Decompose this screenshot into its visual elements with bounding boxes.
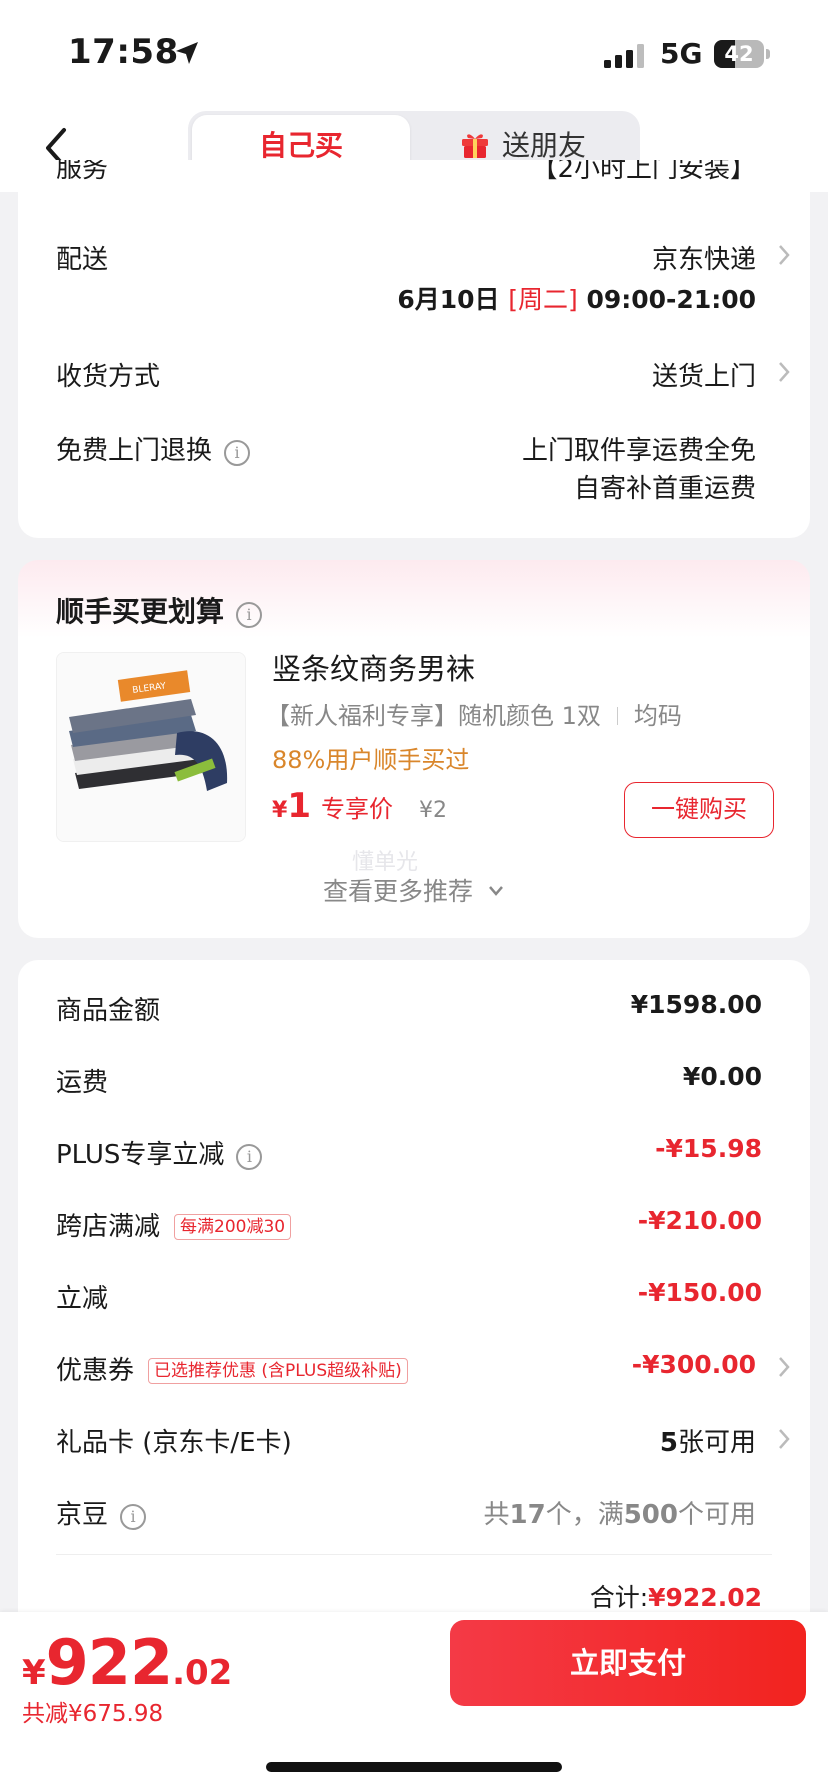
battery-icon: 42: [714, 40, 770, 68]
summary-label-coupon: 优惠券: [56, 1356, 135, 1386]
summary-value-goods: ¥1598.00: [630, 990, 762, 1019]
status-bar: 17:58 5G 42: [0, 0, 828, 108]
socks-image: BLERAY: [57, 653, 245, 841]
gift-card-available[interactable]: 5张可用: [660, 1422, 756, 1459]
product-spec: 【新人福利专享】随机颜色 1双 均码: [266, 696, 682, 731]
recommend-title: 顺手买更划算: [56, 595, 225, 628]
free-return-line1: 上门取件享运费全免: [521, 436, 756, 466]
original-price: ¥2: [418, 798, 447, 823]
pay-total-symbol: ¥: [22, 1653, 46, 1693]
jd-bean-info: 共17个，满500个可用: [483, 1494, 756, 1531]
total-saved: 共减¥675.98: [22, 1701, 164, 1727]
jd-bean-min: 500: [623, 1500, 678, 1530]
service-label-clipped: 服务: [56, 160, 109, 184]
info-icon[interactable]: i: [236, 1144, 263, 1170]
summary-label-plus: PLUS专享立减: [56, 1140, 225, 1170]
coupon-tag: 已选推荐优惠 (含PLUS超级补贴): [148, 1358, 408, 1384]
summary-total-label: 合计:: [589, 1583, 649, 1612]
recommend-title-row: 顺手买更划算 i: [56, 590, 263, 630]
summary-label-shipping: 运费: [56, 1068, 109, 1098]
summary-label-gift-card: 礼品卡 (京东卡/E卡): [56, 1428, 292, 1458]
jd-bean-prefix: 共: [483, 1500, 510, 1530]
delivery-date: 6月10日: [397, 285, 500, 314]
checkout-bar: ¥922.02 共减¥675.98 立即支付: [0, 1612, 828, 1792]
receive-method-label: 收货方式: [56, 362, 161, 392]
pay-total: ¥922.02: [22, 1626, 232, 1699]
delivery-time[interactable]: 6月10日 [周二] 09:00-21:00: [397, 280, 756, 316]
tab-send-friend-label: 送朋友: [501, 129, 586, 162]
service-value-clipped: 【2小时上门安装】: [531, 160, 756, 184]
signal-icon: [604, 44, 644, 68]
gift-card-unit: 张可用: [677, 1428, 756, 1458]
summary-value-coupon[interactable]: -¥300.00: [632, 1350, 756, 1379]
receive-method-value[interactable]: 送货上门: [652, 356, 756, 393]
summary-value-discount: -¥150.00: [637, 1278, 762, 1307]
pay-total-int: 922: [45, 1626, 173, 1699]
chevron-right-icon[interactable]: [776, 1354, 792, 1380]
summary-label-goods: 商品金额: [56, 996, 161, 1026]
jd-bean-mid: 个，满: [545, 1500, 624, 1530]
delivery-weekday: [周二]: [508, 285, 578, 314]
jd-bean-suffix: 个可用: [677, 1500, 756, 1530]
delivery-window: 09:00-21:00: [586, 285, 756, 314]
one-click-buy-button[interactable]: 一键购买: [624, 782, 774, 838]
chevron-right-icon[interactable]: [776, 1426, 792, 1452]
network-label: 5G: [660, 37, 703, 70]
product-spec-promo: 【新人福利专享】随机颜色 1双: [266, 702, 601, 730]
product-spec-size: 均码: [633, 702, 682, 730]
chevron-right-icon[interactable]: [776, 359, 792, 385]
location-arrow-icon: [176, 42, 198, 64]
free-return-row: 免费上门退换 i: [56, 430, 251, 467]
more-recommend-link[interactable]: 查看更多推荐: [18, 872, 810, 908]
battery-percent: 42: [724, 42, 754, 66]
summary-jd-bean-row: 京豆 i: [56, 1494, 147, 1531]
info-icon[interactable]: i: [120, 1504, 147, 1530]
chevron-down-icon: [489, 886, 503, 896]
status-time: 17:58: [68, 32, 179, 72]
summary-value-cross-store: -¥210.00: [637, 1206, 762, 1235]
shipping-value[interactable]: 京东快递: [652, 239, 756, 276]
summary-cross-store-row: 跨店满减 每满200减30: [56, 1206, 292, 1243]
free-return-label: 免费上门退换: [56, 436, 213, 466]
info-icon[interactable]: i: [224, 440, 251, 466]
gift-icon: [461, 134, 488, 158]
price-summary-card: 商品金额 ¥1598.00 运费 ¥0.00 PLUS专享立减 i -¥15.98…: [18, 960, 810, 1672]
summary-coupon-row[interactable]: 优惠券 已选推荐优惠 (含PLUS超级补贴): [56, 1350, 408, 1387]
product-image[interactable]: BLERAY: [56, 652, 246, 842]
product-popularity: 88%用户顺手买过: [272, 746, 470, 774]
more-recommend-label: 查看更多推荐: [323, 877, 474, 906]
price-label: 专享价: [320, 795, 393, 823]
gift-card-count: 5: [659, 1428, 678, 1458]
summary-label-jd-bean: 京豆: [56, 1500, 109, 1530]
recommend-card: 顺手买更划算 i BLERAY 竖条纹商务男袜 【新人福利专享】随机颜色 1双 均码…: [18, 560, 810, 938]
free-return-line2: 自寄补首重运费: [573, 474, 756, 504]
chevron-right-icon[interactable]: [776, 242, 792, 268]
cross-store-tag: 每满200减30: [174, 1214, 292, 1240]
delivery-card: 服务 【2小时上门安装】 配送 京东快递 6月10日 [周二] 09:00-21…: [18, 160, 810, 538]
jd-bean-count: 17: [509, 1500, 546, 1530]
home-indicator: [266, 1762, 562, 1772]
summary-plus-row: PLUS专享立减 i: [56, 1134, 263, 1171]
divider: [56, 1554, 772, 1555]
pay-total-dec: .02: [172, 1653, 233, 1693]
price-symbol: ¥: [272, 798, 288, 823]
summary-total-value: ¥922.02: [648, 1583, 762, 1612]
price-value: 1: [287, 786, 311, 826]
product-price: ¥1 专享价 ¥2: [272, 786, 447, 826]
summary-label-discount: 立减: [56, 1284, 109, 1314]
summary-total: 合计:¥922.02: [590, 1578, 762, 1614]
summary-value-shipping: ¥0.00: [682, 1062, 762, 1091]
summary-value-plus: -¥15.98: [655, 1134, 762, 1163]
info-icon[interactable]: i: [236, 602, 263, 628]
pay-now-button[interactable]: 立即支付: [450, 1620, 806, 1706]
shipping-label: 配送: [56, 245, 109, 275]
summary-label-cross-store: 跨店满减: [56, 1212, 161, 1242]
product-name[interactable]: 竖条纹商务男袜: [272, 646, 475, 688]
